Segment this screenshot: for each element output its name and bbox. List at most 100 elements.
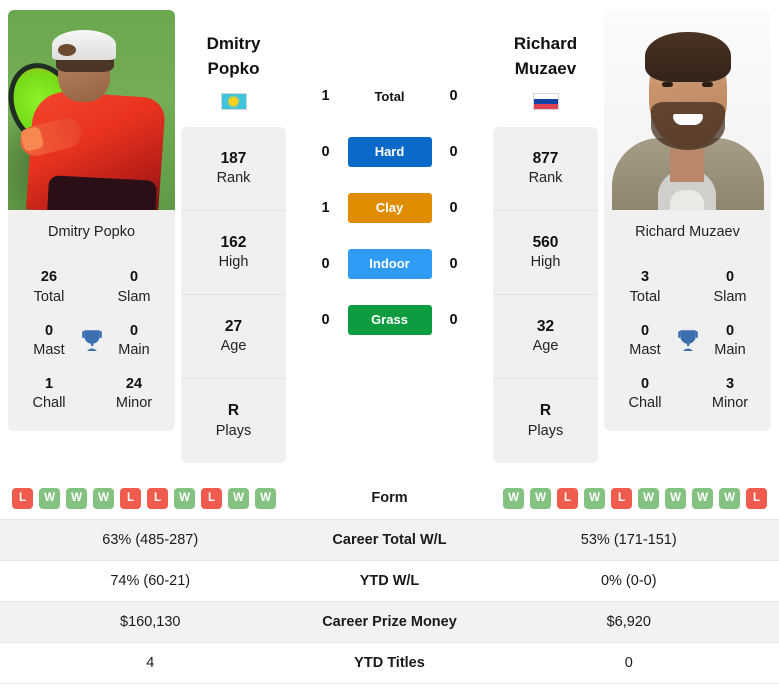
stat-rank-label: Rank — [216, 170, 251, 187]
left-player-flag-wrap — [181, 93, 286, 111]
titles-main-label: Main — [118, 342, 150, 359]
form-badge-win[interactable]: W — [638, 487, 659, 509]
table-row: $160,130 Career Prize Money $6,920 — [0, 601, 779, 642]
table-row: 74% (60-21) YTD W/L 0% (0-0) — [0, 560, 779, 601]
titles-total: 26 Total — [20, 268, 78, 307]
row-label-career_prize_money: Career Prize Money — [322, 613, 457, 630]
stat-age-label: Age — [220, 338, 247, 355]
trophy-icon — [79, 329, 105, 353]
form-badge-win[interactable]: W — [503, 487, 524, 509]
form-badge-loss[interactable]: L — [611, 487, 632, 509]
titles-slam-value: 0 — [725, 269, 735, 286]
player-beard — [651, 102, 725, 150]
form-badge-win[interactable]: W — [93, 487, 114, 509]
h2h-row-clay: 1 Clay 0 — [292, 180, 487, 236]
form-badge-win[interactable]: W — [692, 487, 713, 509]
titles-masters-label: Mast — [629, 342, 661, 359]
row-label-career_total_wl: Career Total W/L — [332, 531, 447, 548]
right-player-photo-caption: Richard Muzaev — [635, 224, 740, 240]
titles-challenger-value: 0 — [640, 375, 650, 392]
player-shorts — [47, 175, 157, 210]
h2h-grass-right-score: 0 — [449, 312, 458, 328]
form-badge-win[interactable]: W — [66, 487, 87, 509]
titles-total-value: 3 — [640, 269, 650, 286]
form-badge-win[interactable]: W — [665, 487, 686, 509]
stat-age: 27 Age — [181, 295, 286, 380]
right-career_prize_money-value: $6,920 — [606, 613, 651, 630]
stat-high-value: 560 — [532, 233, 559, 251]
h2h-clay-right-score: 0 — [449, 200, 458, 216]
player-cap — [52, 30, 116, 60]
titles-masters: 0 Mast — [20, 322, 78, 361]
titles-minor-value: 3 — [725, 375, 735, 392]
titles-slam: 0 Slam — [701, 268, 759, 307]
left-player-first-name: Dmitry — [206, 34, 261, 53]
right-player-name[interactable]: Richard Muzaev — [493, 10, 598, 81]
left-player-photo-card[interactable]: Dmitry Popko 26 Total 0 Slam 0 Mast 0 Ma… — [8, 10, 175, 431]
left-career_prize_money-value: $160,130 — [120, 613, 181, 630]
surface-badge-clay[interactable]: Clay — [347, 192, 432, 224]
stat-high: 162 High — [181, 211, 286, 296]
comparison-stats-table-body: L W W W L L W L W W Form W W L W L W W W W L 63% (485-287) Car… — [0, 478, 779, 683]
surface-badge-hard[interactable]: Hard — [347, 136, 432, 168]
form-badge-win[interactable]: W — [39, 487, 60, 509]
stat-high-label: High — [530, 254, 561, 271]
right-player-flag-wrap — [493, 93, 598, 111]
right-player-photo-card[interactable]: Richard Muzaev 3 Total 0 Slam 0 Mast 0 M… — [604, 10, 771, 431]
player-smile — [673, 114, 703, 125]
h2h-row-hard: 0 Hard 0 — [292, 124, 487, 180]
form-badge-loss[interactable]: L — [557, 487, 578, 509]
titles-challenger-label: Chall — [32, 395, 66, 412]
titles-minor: 24 Minor — [105, 375, 163, 414]
stat-plays-label: Plays — [527, 422, 564, 439]
stat-age-value: 27 — [224, 317, 243, 335]
left-player-info: Dmitry Popko 187 Rank 162 High 27 Age R … — [175, 10, 292, 464]
stat-rank-value: 187 — [220, 149, 247, 167]
surface-badge-grass[interactable]: Grass — [347, 304, 432, 336]
form-badge-loss[interactable]: L — [12, 487, 33, 509]
head-to-head-column: 1 Total 0 0 Hard 0 1 Clay 0 0 Indoor 0 0… — [292, 10, 487, 348]
right-player-titles-box: 3 Total 0 Slam 0 Mast 0 Main 0 Chall 3 M… — [604, 257, 771, 430]
form-badge-win[interactable]: W — [255, 487, 276, 509]
player-hair — [645, 32, 731, 82]
titles-minor-label: Minor — [711, 395, 749, 412]
left-player-name[interactable]: Dmitry Popko — [181, 10, 286, 81]
form-badge-win[interactable]: W — [228, 487, 249, 509]
russia-flag-icon — [532, 93, 559, 111]
left-player-stat-card: 187 Rank 162 High 27 Age R Plays — [181, 127, 286, 464]
stat-rank-label: Rank — [528, 170, 563, 187]
table-row: L W W W L L W L W W Form W W L W L W W W W L — [0, 478, 779, 519]
titles-row: 1 Chall 24 Minor — [14, 368, 169, 421]
form-badge-win[interactable]: W — [584, 487, 605, 509]
form-badge-win[interactable]: W — [530, 487, 551, 509]
form-badge-loss[interactable]: L — [120, 487, 141, 509]
h2h-hard-left-score: 0 — [321, 144, 330, 160]
form-badge-loss[interactable]: L — [147, 487, 168, 509]
titles-row: 26 Total 0 Slam — [14, 261, 169, 314]
titles-minor-value: 24 — [125, 375, 143, 392]
left-player-last-name: Popko — [207, 58, 260, 78]
stat-high-value: 162 — [220, 233, 247, 251]
surface-badge-indoor[interactable]: Indoor — [347, 248, 432, 280]
form-badge-loss[interactable]: L — [201, 487, 222, 509]
right-player-last-name: Muzaev — [514, 58, 577, 78]
right-player-info: Richard Muzaev 877 Rank 560 High 32 Age … — [487, 10, 604, 464]
titles-total-value: 26 — [40, 269, 58, 286]
form-badge-win[interactable]: W — [174, 487, 195, 509]
stat-rank: 187 Rank — [181, 127, 286, 212]
player-comparison-header: Dmitry Popko 26 Total 0 Slam 0 Mast 0 Ma… — [0, 0, 779, 478]
titles-row: 0 Mast 0 Main — [610, 315, 765, 368]
titles-row: 3 Total 0 Slam — [610, 261, 765, 314]
titles-slam-value: 0 — [129, 269, 139, 286]
stat-high-label: High — [218, 254, 249, 271]
right-form-list: WWLWLWWWWL — [491, 487, 767, 509]
form-badge-loss[interactable]: L — [746, 487, 767, 509]
titles-main: 0 Main — [105, 322, 163, 361]
form-badge-win[interactable]: W — [719, 487, 740, 509]
titles-masters-value: 0 — [44, 322, 54, 339]
h2h-indoor-left-score: 0 — [321, 256, 330, 272]
h2h-hard-right-score: 0 — [449, 144, 458, 160]
table-row: 4 YTD Titles 0 — [0, 642, 779, 683]
titles-slam-label: Slam — [117, 288, 151, 305]
stat-plays: R Plays — [181, 379, 286, 463]
